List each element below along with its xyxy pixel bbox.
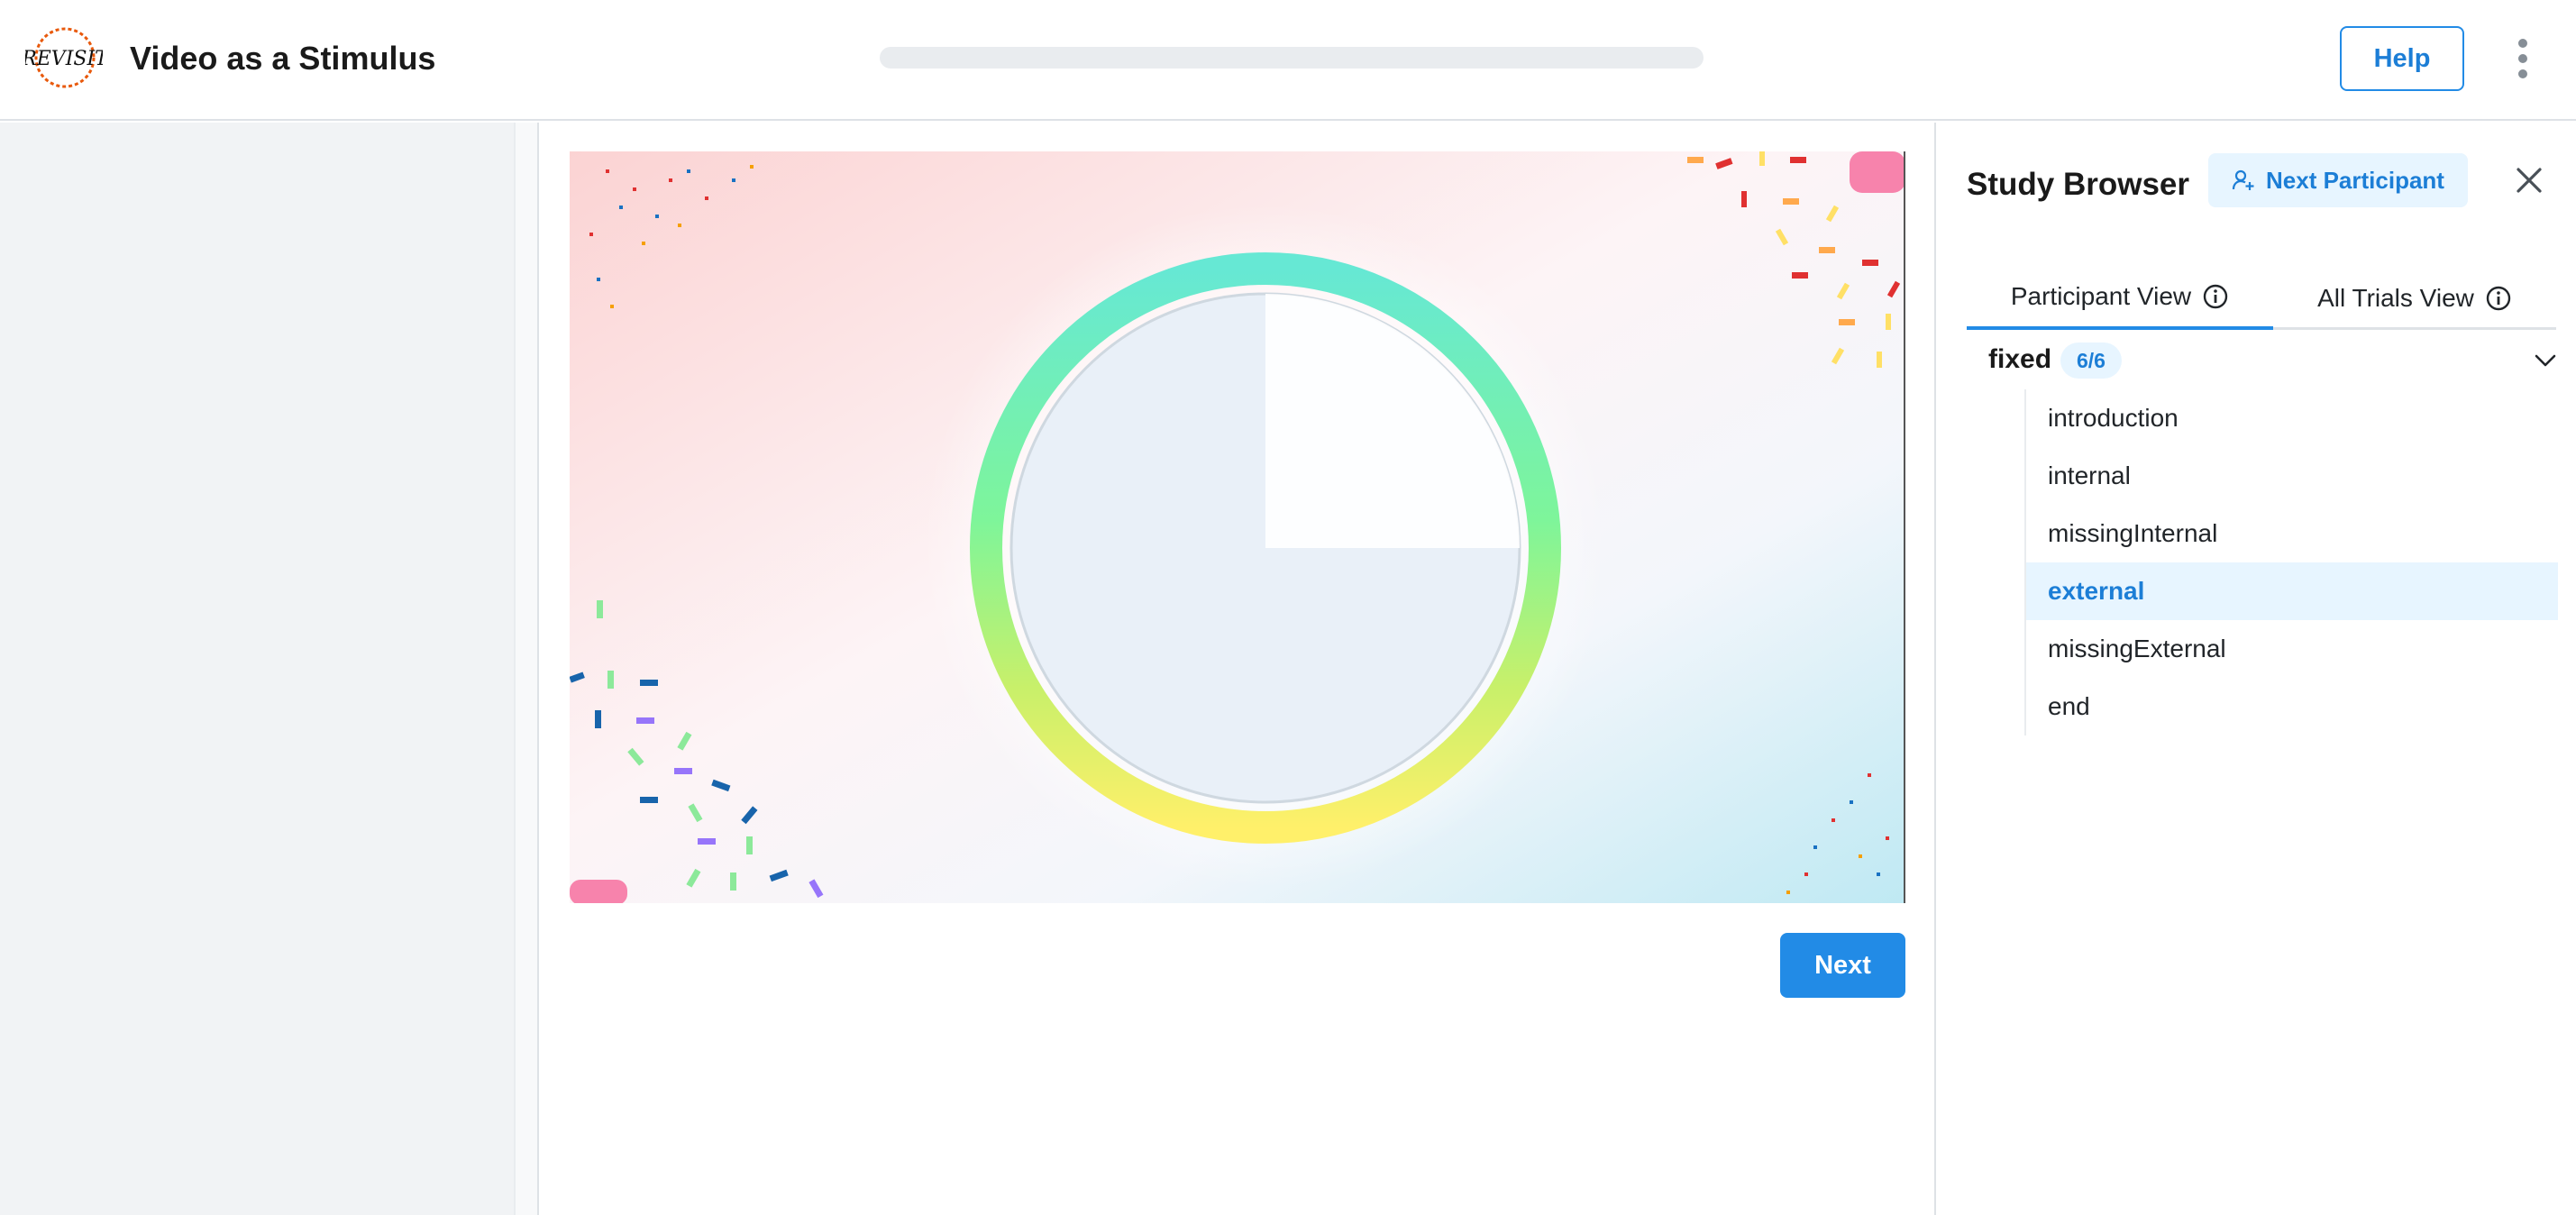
trial-list: introduction internal missingInternal exter…	[2024, 389, 2558, 735]
user-plus-icon	[2232, 169, 2254, 190]
study-browser-panel: Study Browser Next Participant Participa…	[1934, 123, 2576, 1215]
next-participant-label: Next Participant	[2266, 166, 2444, 194]
video-frame	[570, 151, 1904, 903]
revisit-logo: REVISIT	[25, 27, 103, 88]
trial-group-header[interactable]: fixed 6/6	[1988, 339, 2556, 384]
study-progress-bar	[880, 47, 1704, 69]
group-name: fixed	[1988, 344, 2052, 374]
logo-wordmark: REVISIT	[25, 48, 103, 70]
info-icon[interactable]	[2202, 283, 2229, 310]
trial-item[interactable]: missingExternal	[2026, 620, 2558, 678]
chevron-down-icon[interactable]	[2533, 350, 2558, 371]
trial-item[interactable]: end	[2026, 678, 2558, 735]
tab-all-trials-view[interactable]: All Trials View	[2273, 267, 2556, 330]
tab-participant-view-label: Participant View	[2010, 282, 2192, 310]
kebab-menu-icon[interactable]	[2507, 36, 2538, 81]
close-icon[interactable]	[2513, 164, 2545, 196]
next-button[interactable]: Next	[1780, 933, 1905, 998]
tab-all-trials-view-label: All Trials View	[2317, 284, 2474, 312]
info-icon[interactable]	[2485, 285, 2512, 312]
left-sidebar	[0, 123, 514, 1215]
page-title: Video as a Stimulus	[130, 40, 436, 77]
study-browser-title: Study Browser	[1967, 167, 2189, 202]
next-participant-button[interactable]: Next Participant	[2208, 153, 2468, 207]
trial-item[interactable]: introduction	[2026, 389, 2558, 447]
trial-item[interactable]: external	[2026, 562, 2558, 620]
help-button[interactable]: Help	[2340, 26, 2464, 91]
video-stimulus[interactable]	[570, 151, 1905, 903]
app-header: REVISIT Video as a Stimulus Help	[0, 0, 2576, 121]
trial-item[interactable]: missingInternal	[2026, 505, 2558, 562]
tab-participant-view[interactable]: Participant View	[1967, 267, 2273, 330]
study-browser-tabs: Participant View All Trials View	[1967, 267, 2556, 330]
trial-item[interactable]: internal	[2026, 447, 2558, 505]
sidebar-resize-edge[interactable]	[514, 123, 539, 1215]
group-progress-badge: 6/6	[2060, 343, 2122, 379]
